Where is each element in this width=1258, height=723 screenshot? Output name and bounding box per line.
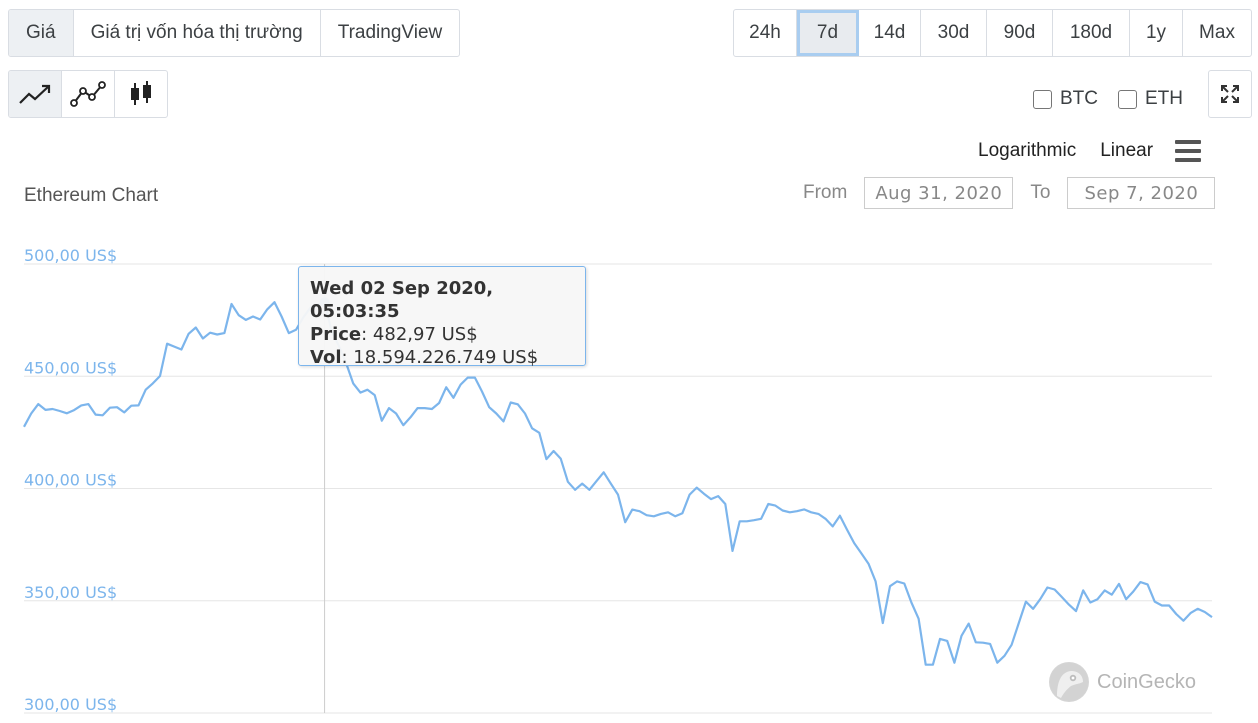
tooltip-date: Wed 02 Sep 2020, 05:03:35 [310,278,494,322]
y-tick-label: 300,00 US$ [24,695,117,714]
tooltip-vol-value: : 18.594.226.749 US$ [341,347,539,368]
y-tick-label: 450,00 US$ [24,358,117,377]
price-tooltip: Wed 02 Sep 2020, 05:03:35 Price: 482,97 … [298,266,586,368]
tooltip-price-value: : 482,97 US$ [361,324,478,345]
y-axis-labels: 500,00 US$ 450,00 US$ 400,00 US$ 350,00 US$… [24,246,117,714]
price-line [23,301,1213,666]
chart-page: Giá Giá trị vốn hóa thị trường TradingVi… [0,0,1258,723]
watermark-text: CoinGecko [1097,670,1196,693]
coingecko-watermark: CoinGecko [1049,662,1196,702]
y-tick-label: 400,00 US$ [24,471,117,490]
grid-lines [24,263,1212,714]
tooltip-price-label: Price [310,324,362,345]
y-tick-label: 500,00 US$ [24,246,117,265]
y-tick-label: 350,00 US$ [24,583,117,602]
tooltip-vol-label: Vol [310,347,342,368]
gecko-logo-icon [1049,662,1089,702]
price-chart[interactable]: 500,00 US$ 450,00 US$ 400,00 US$ 350,00 US$… [0,0,1258,723]
